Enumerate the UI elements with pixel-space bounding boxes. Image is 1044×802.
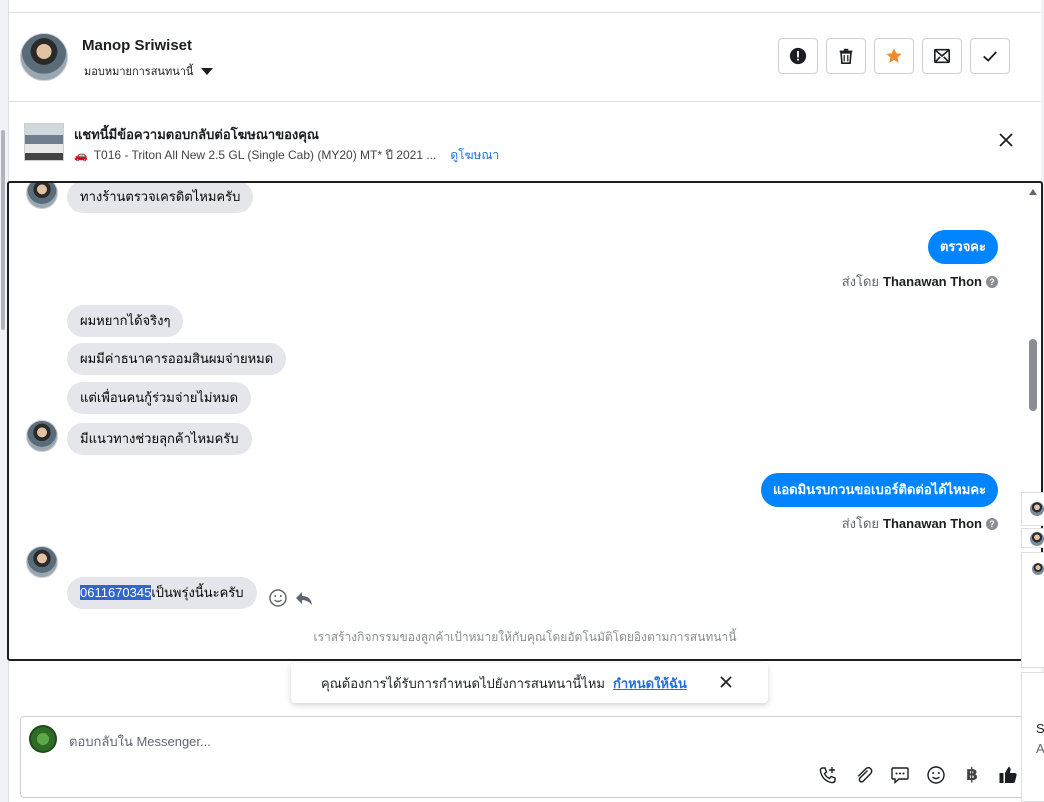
chat-bubble-icon [891,767,909,785]
mark-spam-button[interactable] [778,38,818,74]
payment-button[interactable]: ฿ [960,763,984,787]
thumbs-up-icon [999,767,1017,783]
side-panel-letter: A [1036,741,1044,756]
ad-thumbnail[interactable] [24,123,64,161]
ad-banner-title: แชทนี้มีข้อความตอบกลับต่อโฆษณาของคุณ [74,127,319,142]
truck-icon: 🚗 [74,150,88,162]
side-panel-edge [1021,552,1044,668]
reply-icon[interactable] [294,588,314,608]
smiley-icon[interactable] [268,588,288,608]
sender-avatar [26,420,58,452]
mark-unread-button[interactable] [922,38,962,74]
scroll-thumb[interactable] [1029,339,1037,411]
view-ad-link[interactable]: ดูโฆษณา [450,146,499,165]
caret-down-icon [201,67,214,75]
selected-phone-number[interactable]: 0611670345 [80,585,152,600]
assign-dropdown[interactable]: มอบหมายการสนทนานี้ [84,62,214,80]
saved-replies-button[interactable] [888,763,912,787]
delete-button[interactable] [826,38,866,74]
side-avatar[interactable] [1032,563,1044,575]
assign-label: มอบหมายการสนทนานี้ [84,66,194,78]
attach-button[interactable] [852,763,876,787]
close-icon[interactable] [718,674,734,690]
sent-by-label: ส่งโดย Thanawan Thon ? [842,513,998,534]
help-icon[interactable]: ? [986,517,998,530]
message-actions [268,588,314,608]
ad-product-name: T016 - Triton All New 2.5 GL (Single Cab… [93,148,437,162]
auto-activity-note: เราสร้างกิจกรรมของลูกค้าเป้าหมายให้กับคุ… [313,630,737,644]
scroll-up-arrow-icon[interactable] [1029,189,1037,195]
mark-done-button[interactable] [970,38,1010,74]
outer-scrollbar[interactable] [1,130,5,330]
paperclip-icon [857,766,873,783]
sent-by-name: Thanawan Thon [883,274,982,289]
message-incoming[interactable]: ทางร้านตรวจเครดิตไหมครับ [67,183,254,213]
sender-avatar [26,183,58,209]
message-outgoing[interactable]: ตรวจคะ [927,230,998,264]
header-actions [778,38,1010,74]
reply-input[interactable]: ตอบกลับใน Messenger... [69,731,211,752]
side-panel-edge [1021,528,1044,548]
trash-icon [839,48,853,65]
sent-by-label: ส่งโดย Thanawan Thon ? [842,271,998,292]
reply-composer: ตอบกลับใน Messenger... ฿ [20,716,1025,798]
message-outgoing[interactable]: แอดมินรบกวนขอเบอร์ติดต่อได้ไหมคะ [760,473,998,507]
baht-icon: ฿ [966,765,978,784]
emoji-button[interactable] [924,763,948,787]
side-panel-edge [1021,492,1044,526]
side-avatar[interactable] [1030,532,1044,546]
star-icon [886,48,902,63]
side-panel-edge: S A [1021,672,1044,802]
send-like-button[interactable] [996,763,1020,787]
sent-by-prefix: ส่งโดย [841,274,880,289]
contact-name[interactable]: Manop Sriwiset [82,37,192,54]
assign-to-me-prompt: คุณต้องการได้รับการกำหนดไปยังการสนทนานี้… [291,663,768,703]
assign-prompt-text: คุณต้องการได้รับการกำหนดไปยังการสนทนานี้… [321,675,605,691]
phone-plus-icon [819,767,836,784]
assign-to-me-link[interactable]: กำหนดให้ฉัน [613,673,687,694]
sent-by-name: Thanawan Thon [883,516,982,531]
contact-avatar[interactable] [20,33,68,81]
emoji-icon [927,766,945,784]
message-text: เป็นพรุ่งนี้นะครับ [151,585,244,600]
message-incoming[interactable]: 0611670345เป็นพรุ่งนี้นะครับ [67,577,257,609]
sent-by-prefix: ส่งโดย [841,516,880,531]
message-incoming[interactable]: ผมหยากได้จริงๆ [67,305,184,337]
star-button[interactable] [874,38,914,74]
check-icon [983,51,997,62]
alert-icon [789,47,807,65]
page-avatar [29,725,57,753]
help-icon[interactable]: ? [986,275,998,288]
side-panel-letter: S [1036,721,1044,736]
message-incoming[interactable]: ผมมีค่าธนาคารออมสินผมจ่ายหมด [67,343,287,375]
envelope-icon [933,48,951,64]
message-thread[interactable]: ทางร้านตรวจเครดิตไหมครับ ตรวจคะ ส่งโดย T… [7,181,1043,661]
message-incoming[interactable]: แต่เพื่อนคนกู้ร่วมจ่ายไม่หมด [67,382,252,414]
call-button[interactable] [816,763,840,787]
side-avatar[interactable] [1030,502,1044,516]
conversation-header: Manop Sriwiset มอบหมายการสนทนานี้ [8,13,1041,102]
sender-avatar [26,546,58,578]
composer-toolbar: ฿ [816,763,1020,787]
message-incoming[interactable]: มีแนวทางช่วยลุกค้าไหมครับ [67,423,252,455]
close-icon[interactable] [997,131,1015,149]
ad-banner-subtitle: 🚗 T016 - Triton All New 2.5 GL (Single C… [74,146,499,165]
ad-reply-banner: แชทนี้มีข้อความตอบกลับต่อโฆษณาของคุณ 🚗 T… [8,103,1041,181]
